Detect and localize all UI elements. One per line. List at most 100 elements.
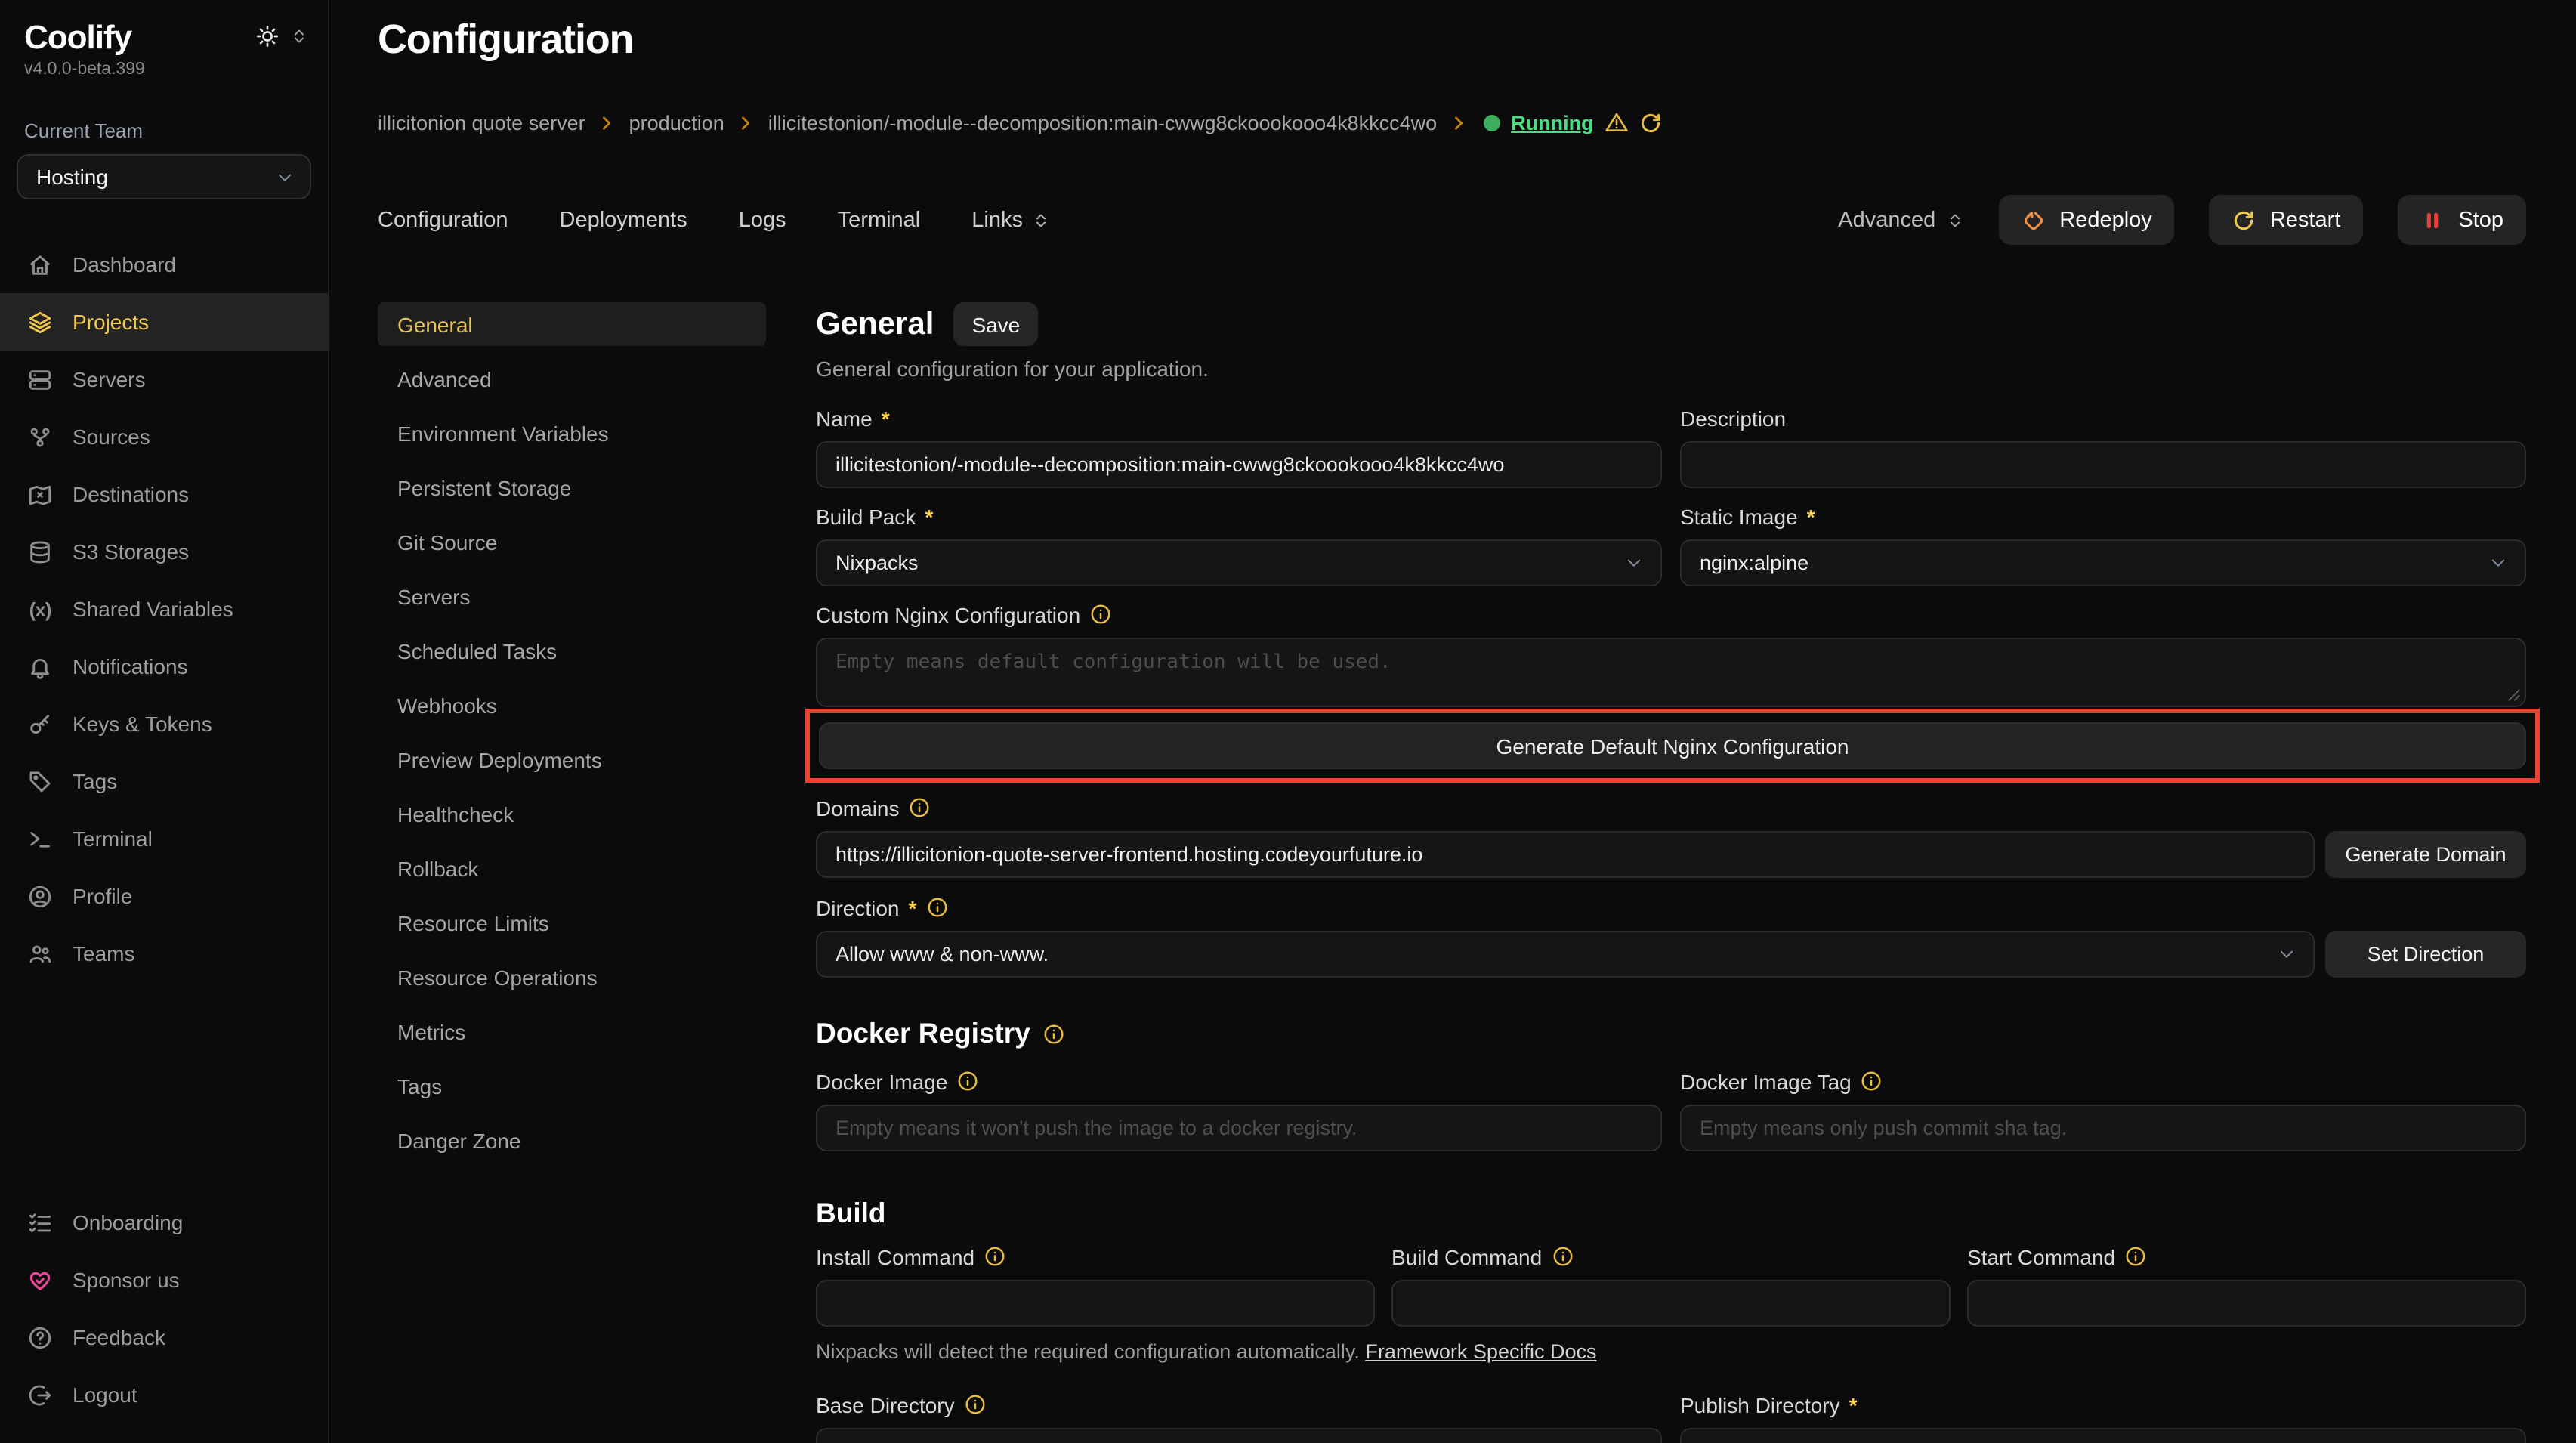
tab-terminal[interactable]: Terminal: [838, 209, 921, 233]
refresh-icon[interactable]: [1639, 112, 1662, 134]
sidebar-item-dashboard[interactable]: Dashboard: [0, 236, 328, 293]
info-icon[interactable]: [1551, 1246, 1574, 1268]
description-input[interactable]: [1680, 442, 2526, 489]
sidebar-item-feedback[interactable]: Feedback: [0, 1309, 328, 1366]
subnav-rollback[interactable]: Rollback: [378, 847, 766, 891]
build-pack-select[interactable]: Nixpacks: [816, 540, 1662, 587]
required-marker: *: [909, 896, 917, 920]
page-title: Configuration: [378, 15, 2526, 64]
breadcrumb-project[interactable]: illicitonion quote server: [378, 112, 585, 134]
redeploy-button[interactable]: Redeploy: [1999, 196, 2175, 246]
base-directory-input[interactable]: [816, 1429, 1662, 1443]
install-command-input[interactable]: [816, 1281, 1375, 1327]
map-icon: [27, 481, 53, 507]
generate-domain-button[interactable]: Generate Domain: [2325, 832, 2526, 879]
info-icon[interactable]: [984, 1246, 1006, 1268]
build-command-input[interactable]: [1391, 1281, 1951, 1327]
required-marker: *: [1849, 1393, 1858, 1417]
redeploy-icon: [2022, 209, 2046, 233]
theme-sun-icon[interactable]: [255, 24, 280, 48]
sidebar-item-profile[interactable]: Profile: [0, 867, 328, 925]
publish-directory-input[interactable]: [1680, 1429, 2526, 1443]
set-direction-button[interactable]: Set Direction: [2325, 932, 2526, 978]
direction-select[interactable]: Allow www & non-www.: [816, 932, 2315, 978]
general-section-head: General Save: [816, 303, 2526, 347]
subnav-healthcheck[interactable]: Healthcheck: [378, 793, 766, 836]
subnav-advanced[interactable]: Advanced: [378, 357, 766, 401]
resize-handle-icon[interactable]: [2507, 688, 2522, 703]
docker-image-tag-input[interactable]: [1680, 1105, 2526, 1152]
tab-deployments[interactable]: Deployments: [560, 209, 687, 233]
subnav-resource-limits[interactable]: Resource Limits: [378, 901, 766, 945]
subnav-environment-variables[interactable]: Environment Variables: [378, 412, 766, 456]
subnav-resource-operations[interactable]: Resource Operations: [378, 956, 766, 1000]
tab-logs[interactable]: Logs: [739, 209, 786, 233]
nginx-config-textarea[interactable]: [816, 638, 2526, 708]
sidebar-item-servers[interactable]: Servers: [0, 351, 328, 408]
tab-configuration[interactable]: Configuration: [378, 209, 508, 233]
subnav-general[interactable]: General: [378, 303, 766, 347]
breadcrumb-resource[interactable]: illicitestonion/-module--decomposition:m…: [768, 112, 1437, 134]
info-icon[interactable]: [1861, 1071, 1883, 1093]
docker-image-input[interactable]: [816, 1105, 1662, 1152]
subnav-danger-zone[interactable]: Danger Zone: [378, 1119, 766, 1163]
domains-input[interactable]: [816, 832, 2315, 879]
generate-nginx-config-button[interactable]: Generate Default Nginx Configuration: [819, 723, 2526, 770]
sidebar-collapse-icon[interactable]: [290, 27, 308, 45]
team-select[interactable]: Hosting: [17, 154, 311, 199]
sidebar-item-keys-tokens[interactable]: Keys & Tokens: [0, 695, 328, 752]
info-icon[interactable]: [1042, 1023, 1065, 1046]
sidebar-item-tags[interactable]: Tags: [0, 752, 328, 810]
info-icon[interactable]: [925, 897, 948, 919]
restart-button[interactable]: Restart: [2210, 196, 2364, 246]
subnav-servers[interactable]: Servers: [378, 575, 766, 619]
publish-directory-field-group: Publish Directory *: [1680, 1392, 2526, 1443]
sidebar-item-sources[interactable]: Sources: [0, 408, 328, 465]
domains-label: Domains: [816, 796, 2526, 821]
tab-links[interactable]: Links: [971, 209, 1050, 233]
framework-docs-link[interactable]: Framework Specific Docs: [1365, 1341, 1596, 1364]
start-command-input[interactable]: [1967, 1281, 2526, 1327]
subnav-persistent-storage[interactable]: Persistent Storage: [378, 466, 766, 510]
required-marker: *: [1807, 505, 1815, 529]
breadcrumb-environment[interactable]: production: [629, 112, 724, 134]
domains-row: Generate Domain: [816, 832, 2526, 879]
subnav-preview-deployments[interactable]: Preview Deployments: [378, 738, 766, 782]
variables-icon: (x): [27, 596, 53, 622]
advanced-dropdown[interactable]: Advanced: [1838, 209, 1964, 233]
sidebar-item-sponsor[interactable]: Sponsor us: [0, 1251, 328, 1309]
nixpacks-note: Nixpacks will detect the required config…: [816, 1341, 2526, 1364]
subnav-tags[interactable]: Tags: [378, 1064, 766, 1108]
subnav-scheduled-tasks[interactable]: Scheduled Tasks: [378, 629, 766, 673]
info-icon[interactable]: [2124, 1246, 2147, 1268]
name-input[interactable]: [816, 442, 1662, 489]
sidebar-item-terminal[interactable]: Terminal: [0, 810, 328, 867]
git-fork-icon: [27, 424, 53, 450]
status-running-link[interactable]: Running: [1511, 112, 1593, 134]
sidebar-item-notifications[interactable]: Notifications: [0, 638, 328, 695]
sidebar-item-projects[interactable]: Projects: [0, 293, 328, 351]
subnav-git-source[interactable]: Git Source: [378, 521, 766, 564]
subnav-webhooks[interactable]: Webhooks: [378, 684, 766, 728]
sidebar-item-shared-variables[interactable]: (x) Shared Variables: [0, 580, 328, 638]
sidebar-item-logout[interactable]: Logout: [0, 1366, 328, 1423]
sidebar-item-s3-storages[interactable]: S3 Storages: [0, 523, 328, 580]
sidebar-item-onboarding[interactable]: Onboarding: [0, 1194, 328, 1251]
directories-row: Base Directory Publish Directory *: [816, 1392, 2526, 1443]
info-icon[interactable]: [964, 1394, 987, 1417]
sidebar-item-teams[interactable]: Teams: [0, 925, 328, 982]
subnav-metrics[interactable]: Metrics: [378, 1010, 766, 1054]
stop-button[interactable]: Stop: [2398, 196, 2526, 246]
info-icon[interactable]: [1089, 604, 1112, 626]
toolbar-actions: Advanced Redeploy Restart Stop: [1838, 196, 2526, 246]
save-button[interactable]: Save: [953, 303, 1038, 347]
info-icon[interactable]: [956, 1071, 979, 1093]
restart-icon: [2232, 209, 2256, 233]
warning-icon[interactable]: [1605, 111, 1629, 135]
docker-image-tag-field-group: Docker Image Tag: [1680, 1069, 2526, 1152]
info-icon[interactable]: [909, 797, 931, 820]
sidebar-item-destinations[interactable]: Destinations: [0, 465, 328, 523]
chevron-down-icon: [1624, 554, 1644, 573]
start-command-label: Start Command: [1967, 1244, 2526, 1270]
static-image-select[interactable]: nginx:alpine: [1680, 540, 2526, 587]
